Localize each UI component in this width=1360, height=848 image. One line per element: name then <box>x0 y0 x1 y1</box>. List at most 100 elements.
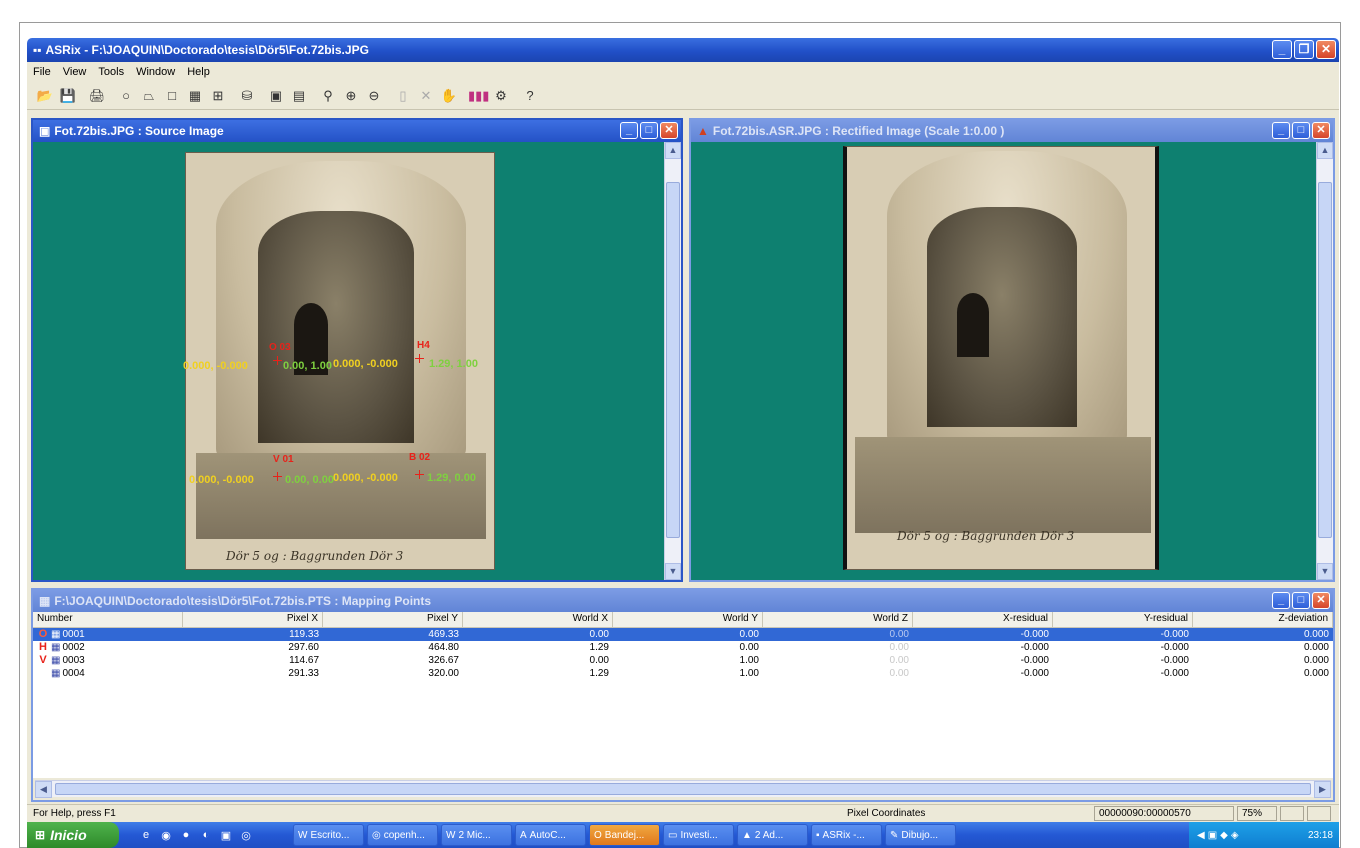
maximize-button[interactable]: □ <box>1292 122 1310 139</box>
table-row[interactable]: V ▦ 0003 114.67 326.67 0.00 1.00 0.00 -0.0… <box>33 654 1333 667</box>
zoom-fit-icon[interactable]: ⚲ <box>318 86 338 106</box>
chrome-icon[interactable]: ◎ <box>239 829 253 842</box>
table-row[interactable]: O ▦ 0001 119.33 469.33 0.00 0.00 0.00 -0.0… <box>33 628 1333 641</box>
point-icon: ▦ <box>51 642 61 653</box>
minimize-button[interactable]: _ <box>1272 40 1292 59</box>
source-image-canvas[interactable]: Dör 5 og : Baggrunden Dör 3 O 03 0.000, … <box>33 142 664 580</box>
maximize-button[interactable]: □ <box>640 122 658 139</box>
points-horizontal-scrollbar[interactable]: ◀ ▶ <box>35 780 1331 798</box>
database-icon[interactable]: ⛁ <box>237 86 257 106</box>
open-icon[interactable]: 📂 <box>35 86 55 106</box>
col-y-residual[interactable]: Y-residual <box>1053 612 1193 628</box>
menu-tools[interactable]: Tools <box>98 66 124 78</box>
cell-pixel-x: 114.67 <box>289 655 319 666</box>
scroll-up-icon[interactable]: ▲ <box>665 142 681 159</box>
close-button[interactable]: ✕ <box>660 122 678 139</box>
security-icon[interactable]: ◈ <box>1231 830 1239 841</box>
color-bars-icon[interactable]: ▮▮▮ <box>468 86 489 106</box>
minimize-button[interactable]: _ <box>1272 122 1290 139</box>
circle-icon[interactable]: ○ <box>116 86 136 106</box>
scroll-left-icon[interactable]: ◀ <box>35 780 52 798</box>
task-button[interactable]: W2 Mic... <box>441 824 512 846</box>
volume-icon[interactable]: ◆ <box>1220 830 1228 841</box>
messenger-icon[interactable]: ● <box>179 829 193 842</box>
close-button[interactable]: ✕ <box>1316 40 1336 59</box>
camera-icon[interactable]: ▣ <box>266 86 286 106</box>
col-pixel-x[interactable]: Pixel X <box>183 612 323 628</box>
status-pane <box>1280 806 1304 821</box>
menu-window[interactable]: Window <box>136 66 175 78</box>
scroll-down-icon[interactable]: ▼ <box>665 563 681 580</box>
close-button[interactable]: ✕ <box>1312 122 1330 139</box>
zoom-out-icon[interactable]: ⊖ <box>364 86 384 106</box>
col-world-z[interactable]: World Z <box>763 612 913 628</box>
rectified-image-window[interactable]: ▲ Fot.72bis.ASR.JPG : Rectified Image (S… <box>689 118 1335 582</box>
maximize-button[interactable]: □ <box>1292 592 1310 609</box>
task-button[interactable]: O Bandej... <box>589 824 660 846</box>
tray-arrow-icon[interactable]: ◀ <box>1197 830 1205 841</box>
cell-world-x: 0.00 <box>589 655 609 666</box>
mapping-points-window[interactable]: ▦ F:\JOAQUIN\Doctorado\tesis\Dör5\Fot.72… <box>31 588 1335 802</box>
marker-coord-4: 0.000, -0.000 <box>333 472 398 484</box>
task-button[interactable]: ▲ 2 Ad... <box>737 824 808 846</box>
rectified-window-titlebar[interactable]: ▲ Fot.72bis.ASR.JPG : Rectified Image (S… <box>691 120 1333 142</box>
scroll-up-icon[interactable]: ▲ <box>1317 142 1333 159</box>
source-image-window[interactable]: ▣ Fot.72bis.JPG : Source Image _ □ ✕ Dör… <box>31 118 683 582</box>
settings-icon[interactable]: ⚙ <box>491 86 511 106</box>
minimize-button[interactable]: _ <box>1272 592 1290 609</box>
task-button[interactable]: ▭ Investi... <box>663 824 734 846</box>
grid-icon[interactable]: ▦ <box>185 86 205 106</box>
source-window-titlebar[interactable]: ▣ Fot.72bis.JPG : Source Image <box>33 120 681 142</box>
col-z-deviation[interactable]: Z-deviation <box>1193 612 1333 628</box>
trapezoid-icon[interactable]: ⏢ <box>139 86 159 106</box>
firefox-icon[interactable]: ◐ <box>199 829 213 842</box>
ie-icon[interactable]: e <box>139 829 153 842</box>
task-button[interactable]: A AutoC... <box>515 824 586 846</box>
task-button[interactable]: ✎ Dibujo... <box>885 824 956 846</box>
start-button[interactable]: ⊞ Inicio <box>27 822 119 848</box>
pan-icon[interactable]: ✋ <box>439 86 459 106</box>
media-icon[interactable]: ◉ <box>159 829 173 842</box>
source-vertical-scrollbar[interactable]: ▲ ▼ <box>664 142 681 580</box>
app-titlebar[interactable]: ▪▪ ASRix - F:\JOAQUIN\Doctorado\tesis\Dö… <box>27 38 1339 62</box>
scroll-thumb[interactable] <box>666 182 680 538</box>
scroll-down-icon[interactable]: ▼ <box>1317 563 1333 580</box>
table-row[interactable]: H ▦ 0002 297.60 464.80 1.29 0.00 0.00 -0.0… <box>33 641 1333 654</box>
rectangle-icon[interactable]: □ <box>162 86 182 106</box>
menu-help[interactable]: Help <box>187 66 210 78</box>
point-number: 0004 <box>62 668 85 679</box>
scroll-thumb[interactable] <box>1318 182 1332 538</box>
page-icon[interactable]: ▯ <box>393 86 413 106</box>
col-world-y[interactable]: World Y <box>613 612 763 628</box>
grid-icon: ▦ <box>39 594 51 608</box>
task-button[interactable]: W Escrito... <box>293 824 364 846</box>
points-window-titlebar[interactable]: ▦ F:\JOAQUIN\Doctorado\tesis\Dör5\Fot.72… <box>33 590 1333 612</box>
task-button[interactable]: ◎ copenh... <box>367 824 438 846</box>
help-icon[interactable]: ? <box>520 86 540 106</box>
minimize-button[interactable]: _ <box>620 122 638 139</box>
col-x-residual[interactable]: X-residual <box>913 612 1053 628</box>
close-button[interactable]: ✕ <box>1312 592 1330 609</box>
col-number[interactable]: Number <box>33 612 183 628</box>
delete-icon[interactable]: ✕ <box>416 86 436 106</box>
restore-button[interactable]: ❐ <box>1294 40 1314 59</box>
menu-view[interactable]: View <box>63 66 87 78</box>
print-icon[interactable]: 🖨 <box>87 86 107 106</box>
task-button[interactable]: ▪ ASRix -... <box>811 824 882 846</box>
network-icon[interactable]: ▣ <box>1208 830 1217 841</box>
col-pixel-y[interactable]: Pixel Y <box>323 612 463 628</box>
menu-file[interactable]: File <box>33 66 51 78</box>
office-icon[interactable]: ▣ <box>219 829 233 842</box>
table-row[interactable]: ▦ 0004 291.33 320.00 1.29 1.00 0.00 -0.00… <box>33 667 1333 680</box>
camera-sync-icon[interactable]: ▤ <box>289 86 309 106</box>
rectified-vertical-scrollbar[interactable]: ▲ ▼ <box>1316 142 1333 580</box>
save-icon[interactable]: 💾 <box>58 86 78 106</box>
col-world-x[interactable]: World X <box>463 612 613 628</box>
zoom-in-icon[interactable]: ⊕ <box>341 86 361 106</box>
split-grid-icon[interactable]: ⊞ <box>208 86 228 106</box>
rectified-image-canvas[interactable]: Dör 5 og : Baggrunden Dör 3 <box>691 142 1316 580</box>
scroll-right-icon[interactable]: ▶ <box>1314 780 1331 798</box>
scroll-thumb[interactable] <box>55 783 1311 795</box>
points-table: O ▦ 0001 119.33 469.33 0.00 0.00 0.00 -0.0… <box>33 628 1333 778</box>
cell-y-residual: -0.000 <box>1160 668 1189 679</box>
